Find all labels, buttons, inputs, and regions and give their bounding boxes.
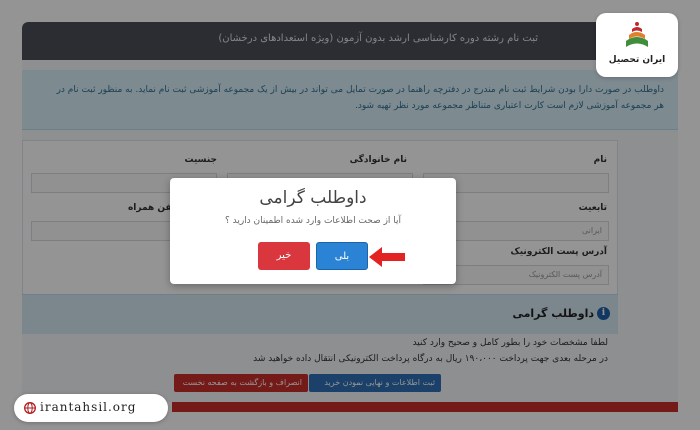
site-url: irantahsil.org (40, 400, 137, 414)
book-logo-icon (626, 22, 648, 47)
site-url-badge: irantahsil.org (14, 394, 168, 422)
brand-logo: ایران تحصیل (596, 13, 678, 77)
confirm-no-button[interactable]: خیر (258, 242, 310, 270)
confirm-dialog: داوطلب گرامی آیا از صحت اطلاعات وارد شده… (170, 178, 456, 284)
globe-icon (24, 402, 36, 414)
dialog-title: داوطلب گرامی (259, 188, 367, 208)
pointer-arrow-icon (369, 247, 405, 267)
confirm-yes-button[interactable]: بلی (316, 242, 368, 270)
dialog-message: آیا از صحت اطلاعات وارد شده اطمینان داری… (224, 216, 402, 226)
brand-name: ایران تحصیل (608, 55, 666, 65)
